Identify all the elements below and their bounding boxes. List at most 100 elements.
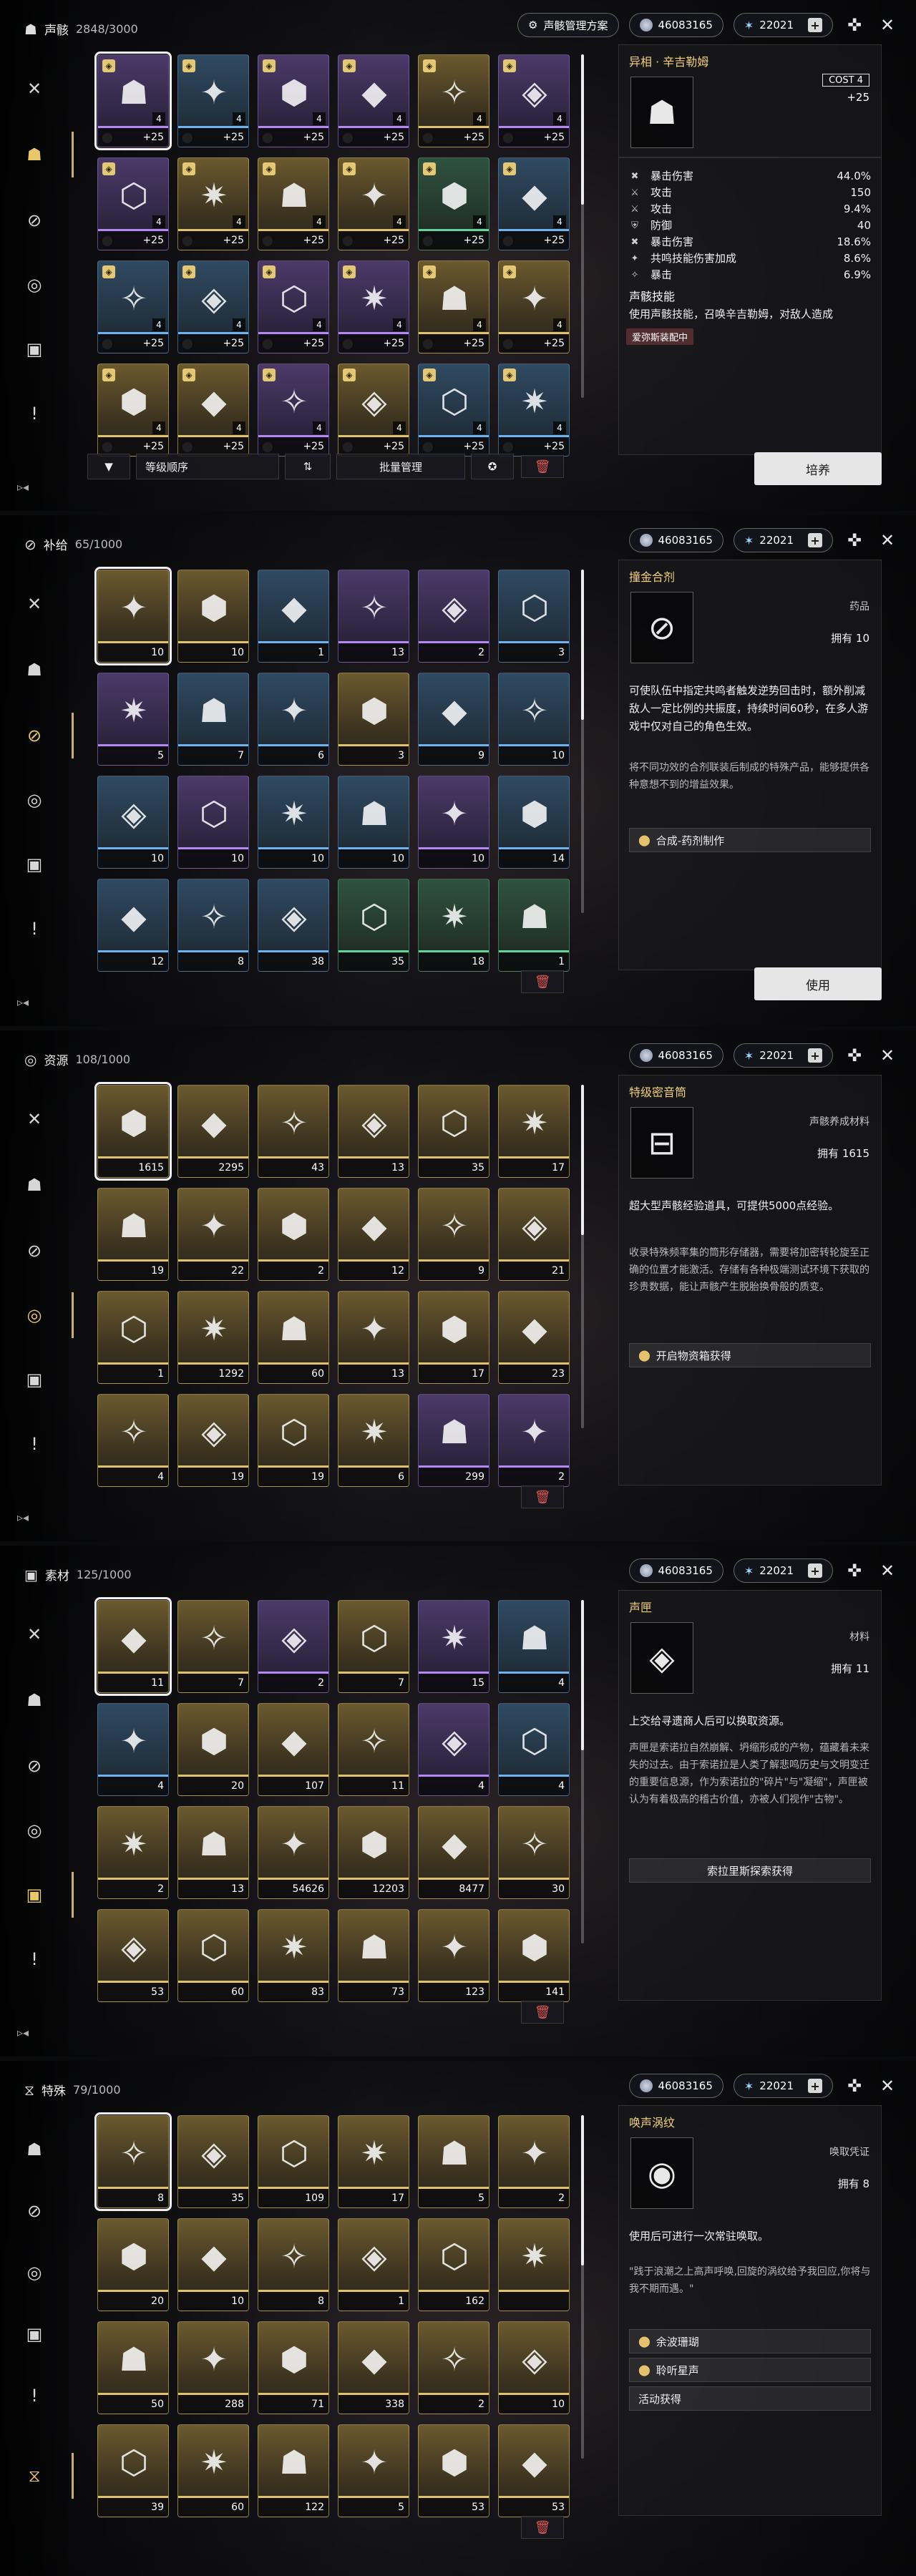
add-star-button[interactable]: + [808,533,822,547]
item-slot[interactable]: ◆ 1 [258,570,329,663]
scrollbar[interactable] [581,1085,584,1428]
item-slot[interactable]: ✷ 15 [418,1600,489,1693]
scrollbar[interactable] [581,1600,584,1943]
item-slot[interactable]: ✦ 123 [418,1909,489,2002]
item-slot[interactable]: ⬢ 17 [418,1291,489,1384]
settings-icon[interactable]: ✜ [843,2074,866,2097]
settings-icon[interactable]: ✜ [843,529,866,552]
item-slot[interactable]: ◈ 1 [338,2218,409,2311]
item-slot[interactable]: ◆ 53 [498,2424,570,2517]
item-slot[interactable]: ⬢ 53 [418,2424,489,2517]
item-slot[interactable]: ⬡ 35 [338,879,409,972]
source-row[interactable]: ⬤ 合成-药剂制作 [629,828,871,852]
item-slot[interactable]: ✷ 17 [338,2115,409,2208]
item-slot[interactable]: ✧ 8 [94,2112,172,2211]
trash-icon[interactable]: 🗑 [521,970,564,993]
item-slot[interactable]: ◆ 338 [338,2321,409,2414]
item-slot[interactable]: ◆ 12 [338,1188,409,1281]
sidebar-capsule-icon[interactable]: ⊘ [20,721,49,750]
item-slot[interactable]: ◈ 19 [177,1394,249,1487]
item-slot[interactable]: ⬢ ◈ 4 +25 [418,157,489,250]
item-slot[interactable]: ☗ 13 [177,1806,249,1899]
item-slot[interactable]: ✦ ◈ 4 +25 [498,260,570,353]
item-slot[interactable]: ☗ 5 [418,2115,489,2208]
item-slot[interactable]: ☗ 60 [258,1291,329,1384]
item-slot[interactable]: ⬢ 71 [258,2321,329,2414]
settings-icon[interactable]: ✜ [843,1044,866,1067]
sidebar-material-icon[interactable]: ▣ [20,2320,49,2348]
item-slot[interactable]: ⬡ ◈ 4 +25 [258,260,329,353]
sidebar-resource-icon[interactable]: ◎ [20,2258,49,2287]
sidebar-material-icon[interactable]: ▣ [20,850,49,879]
trash-icon[interactable]: 🗑 [521,2516,564,2539]
scrollbar[interactable] [581,570,584,913]
item-slot[interactable]: ✦ 6 [258,673,329,766]
item-slot[interactable]: ◈ 13 [338,1085,409,1178]
item-slot[interactable]: ◈ 38 [258,879,329,972]
sort-order-icon[interactable]: ⇅ [285,454,331,479]
sidebar-special-icon[interactable]: ! [20,914,49,943]
item-slot[interactable]: ◈ ◈ 4 +25 [498,54,570,147]
add-star-button[interactable]: + [808,18,822,32]
item-slot[interactable]: ✦ 288 [177,2321,249,2414]
item-slot[interactable]: ⬢ 2 [258,1188,329,1281]
sidebar-foot-icon[interactable]: ▹◂ [17,480,29,494]
item-slot[interactable]: ◆ 11 [94,1597,172,1696]
item-slot[interactable]: ✦ 10 [418,776,489,869]
item-slot[interactable]: ☗ 73 [338,1909,409,2002]
settings-icon[interactable]: ✜ [843,1559,866,1582]
item-slot[interactable]: ◆ ◈ 4 +25 [498,157,570,250]
source-row[interactable]: ⬤ 余波珊瑚 [629,2329,871,2353]
item-slot[interactable]: ◈ 10 [97,776,169,869]
item-slot[interactable]: ✦ 2 [498,1394,570,1487]
source-row[interactable]: ⬤ 聆听星声 [629,2358,871,2382]
sidebar-capsule-icon[interactable]: ⊘ [20,1236,49,1265]
close-icon[interactable]: ✕ [876,529,899,552]
source-row[interactable]: ⬤ 开启物资箱获得 [629,1343,871,1367]
sidebar-material-icon[interactable]: ▣ [20,1880,49,1909]
add-star-button[interactable]: + [808,2079,822,2093]
scrollbar[interactable] [581,54,584,398]
item-slot[interactable]: ⬢ 1615 [94,1082,172,1181]
sidebar-foot-icon[interactable]: ▹◂ [17,995,29,1009]
item-slot[interactable]: ◆ 12 [97,879,169,972]
scroll-thumb[interactable] [581,570,584,720]
item-slot[interactable]: ◈ 35 [177,2115,249,2208]
item-slot[interactable]: ⬡ 3 [498,570,570,663]
close-icon[interactable]: ✕ [876,1044,899,1067]
filter-icon[interactable]: ▼ [87,454,130,479]
item-slot[interactable]: ✧ 11 [338,1703,409,1796]
item-slot[interactable]: ⬢ 10 [177,570,249,663]
item-slot[interactable]: ◈ 2 [418,570,489,663]
item-slot[interactable]: ◈ 4 [418,1703,489,1796]
item-slot[interactable]: ✷ 2 [97,1806,169,1899]
item-slot[interactable]: ✧ 8 [258,2218,329,2311]
settings-icon[interactable]: ✜ [843,14,866,36]
sidebar-foot-icon[interactable]: ▹◂ [17,1511,29,1524]
item-slot[interactable]: ⬡ 109 [258,2115,329,2208]
scrollbar[interactable] [581,2115,584,2459]
item-slot[interactable]: ✧ 10 [498,673,570,766]
scroll-thumb[interactable] [581,1600,584,1750]
item-slot[interactable]: ✷ 83 [258,1909,329,2002]
item-slot[interactable]: ⬡ 162 [418,2218,489,2311]
item-slot[interactable]: ◆ ◈ 4 +25 [338,54,409,147]
item-slot[interactable]: ☗ ◈ 4 +25 [418,260,489,353]
item-slot[interactable]: ⬡ 10 [177,776,249,869]
item-slot[interactable]: ⬢ 20 [177,1703,249,1796]
sidebar-echo-icon[interactable]: ☗ [20,1171,49,1199]
item-slot[interactable]: ⬢ 14 [498,776,570,869]
item-slot[interactable]: ✷ ◈ 4 +25 [177,157,249,250]
item-slot[interactable]: ✷ [498,2218,570,2311]
item-slot[interactable]: ◈ 21 [498,1188,570,1281]
item-slot[interactable]: ✦ 54626 [258,1806,329,1899]
item-slot[interactable]: ☗ 4 [498,1600,570,1693]
sidebar-echo-icon[interactable]: ☗ [20,2135,49,2164]
item-slot[interactable]: ✷ 18 [418,879,489,972]
sidebar-resource-icon[interactable]: ◎ [20,786,49,814]
item-slot[interactable]: ⬡ 4 [498,1703,570,1796]
item-slot[interactable]: ☗ 1 [498,879,570,972]
add-star-button[interactable]: + [808,1563,822,1578]
item-slot[interactable]: ✷ 1292 [177,1291,249,1384]
item-slot[interactable]: ✧ 8 [177,879,249,972]
